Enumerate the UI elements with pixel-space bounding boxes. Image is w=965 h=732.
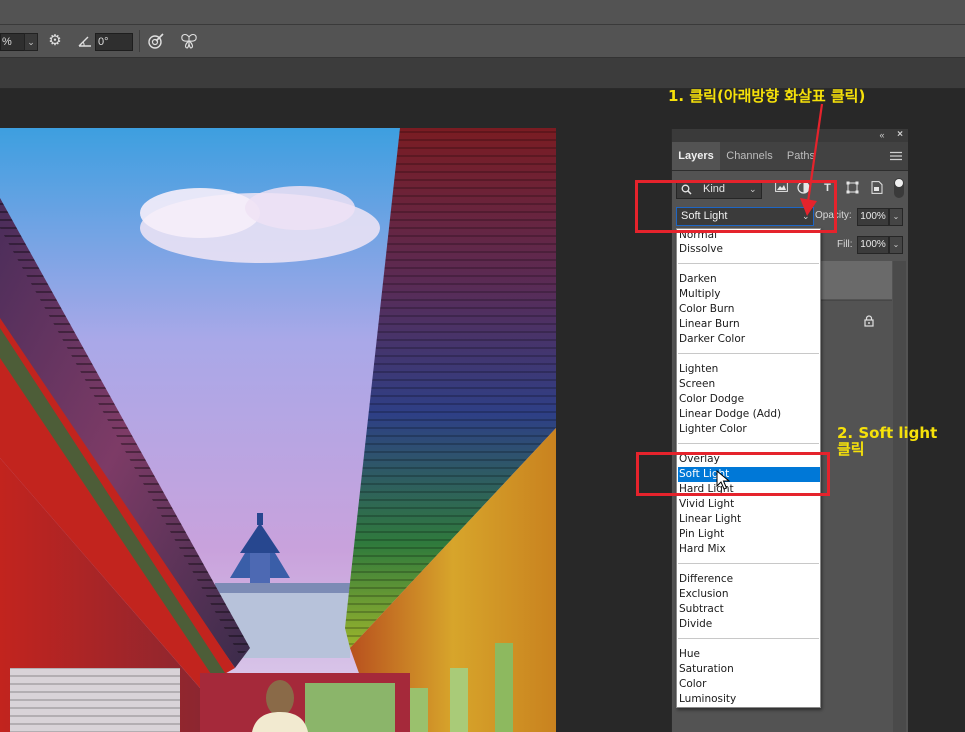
menu-item-screen[interactable]: Screen bbox=[678, 377, 820, 392]
menu-separator bbox=[678, 443, 819, 444]
highlight-box-soft-light bbox=[636, 452, 830, 496]
menu-item-subtract[interactable]: Subtract bbox=[678, 602, 820, 617]
panel-scrollbar[interactable] bbox=[893, 261, 906, 732]
menu-item-vivid-light[interactable]: Vivid Light bbox=[678, 497, 820, 512]
smart-object-filter-icon[interactable] bbox=[869, 181, 884, 196]
menu-separator bbox=[678, 638, 819, 639]
menu-item-darker-color[interactable]: Darker Color bbox=[678, 332, 820, 347]
menu-separator bbox=[678, 353, 819, 354]
fill-input[interactable]: 100% bbox=[857, 236, 889, 254]
opacity-input[interactable]: 100% bbox=[857, 208, 889, 226]
menu-item-linear-burn[interactable]: Linear Burn bbox=[678, 317, 820, 332]
zoom-percent-field[interactable]: % bbox=[0, 33, 25, 51]
menu-item-darken[interactable]: Darken bbox=[678, 272, 820, 287]
lock-icon bbox=[863, 315, 875, 327]
menu-item-difference[interactable]: Difference bbox=[678, 572, 820, 587]
chevron-down-icon[interactable]: ⌄ bbox=[889, 236, 903, 254]
document-tab-bar bbox=[0, 58, 965, 89]
target-brush-icon[interactable] bbox=[147, 32, 165, 50]
panel-header-strip: « × bbox=[672, 129, 908, 142]
butterfly-icon[interactable] bbox=[180, 32, 198, 50]
tab-layers[interactable]: Layers bbox=[672, 142, 720, 170]
angle-icon bbox=[77, 33, 93, 49]
tab-channels[interactable]: Channels bbox=[721, 142, 778, 170]
angle-value: 0° bbox=[98, 36, 109, 48]
chevron-down-icon[interactable]: ⌄ bbox=[889, 208, 903, 226]
menu-item-saturation[interactable]: Saturation bbox=[678, 662, 820, 677]
annotation-step-2-line2: 클릭 bbox=[837, 440, 865, 458]
menu-item-color-dodge[interactable]: Color Dodge bbox=[678, 392, 820, 407]
menu-item-luminosity[interactable]: Luminosity bbox=[678, 692, 820, 707]
menu-item-linear-light[interactable]: Linear Light bbox=[678, 512, 820, 527]
close-icon[interactable]: × bbox=[894, 129, 906, 142]
menu-item-hard-mix[interactable]: Hard Mix bbox=[678, 542, 820, 557]
annotation-step-1: 1. 클릭(아래방향 화살표 클릭) bbox=[668, 87, 866, 105]
menu-item-lighter-color[interactable]: Lighter Color bbox=[678, 422, 820, 437]
menu-item-linear-dodge[interactable]: Linear Dodge (Add) bbox=[678, 407, 820, 422]
annotation-arrow bbox=[800, 103, 824, 216]
photo-palace-corridor bbox=[0, 128, 556, 732]
annotation-step-2: 2. Soft light bbox=[837, 424, 938, 442]
gear-icon[interactable]: ⚙ bbox=[46, 32, 64, 50]
menu-bar bbox=[0, 0, 965, 25]
menu-separator bbox=[678, 563, 819, 564]
options-bar: % ⌄ ⚙ 0° bbox=[0, 25, 965, 58]
menu-separator bbox=[678, 263, 819, 264]
filter-toggle-icon[interactable] bbox=[894, 178, 904, 198]
angle-input[interactable]: 0° bbox=[95, 33, 133, 51]
double-chevron-left-icon[interactable]: « bbox=[875, 129, 889, 142]
hamburger-menu-icon[interactable] bbox=[890, 151, 902, 161]
divider bbox=[139, 30, 140, 52]
menu-item-exclusion[interactable]: Exclusion bbox=[678, 587, 820, 602]
menu-item-lighten[interactable]: Lighten bbox=[678, 362, 820, 377]
tab-channels-label: Channels bbox=[726, 150, 773, 162]
fill-label: Fill: bbox=[837, 239, 853, 250]
menu-item-color[interactable]: Color bbox=[678, 677, 820, 692]
panel-tabs: Layers Channels Paths bbox=[672, 142, 908, 171]
menu-item-color-burn[interactable]: Color Burn bbox=[678, 302, 820, 317]
chevron-down-icon[interactable]: ⌄ bbox=[24, 33, 38, 51]
menu-item-dissolve[interactable]: Dissolve bbox=[678, 242, 820, 257]
menu-item-multiply[interactable]: Multiply bbox=[678, 287, 820, 302]
menu-item-hue[interactable]: Hue bbox=[678, 647, 820, 662]
shape-filter-icon[interactable] bbox=[845, 181, 860, 196]
zoom-percent-text: % bbox=[2, 36, 12, 48]
canvas-image[interactable] bbox=[0, 128, 556, 732]
menu-item-pin-light[interactable]: Pin Light bbox=[678, 527, 820, 542]
menu-item-divide[interactable]: Divide bbox=[678, 617, 820, 632]
tab-layers-label: Layers bbox=[678, 150, 714, 162]
